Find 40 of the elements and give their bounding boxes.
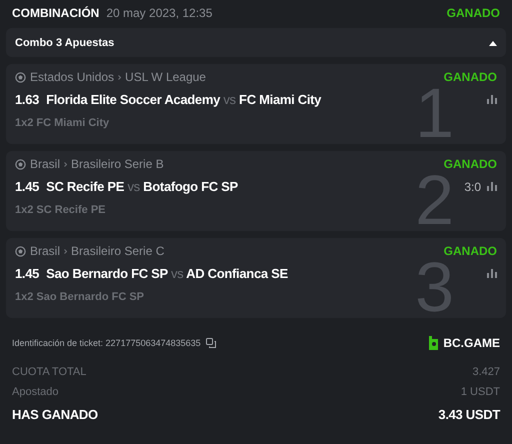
total-value: 1 USDT: [460, 386, 500, 398]
chevron-icon: [64, 162, 68, 166]
bar-chart-icon[interactable]: [487, 269, 497, 278]
logo-icon: [429, 336, 440, 350]
copy-icon[interactable]: [206, 338, 216, 348]
bet-date: 20 may 2023, 12:35: [106, 6, 212, 20]
country-name: Brasil: [30, 244, 60, 258]
odds-value: 1.45: [15, 266, 40, 281]
soccer-ball-icon: [15, 72, 26, 82]
market-label: 1x2 FC Miami City: [15, 117, 110, 129]
chevron-icon: [64, 248, 68, 254]
league-name: Brasileiro Serie C: [71, 244, 164, 258]
combo-bar[interactable]: Combo 3 Apuestas: [6, 28, 506, 57]
country-name: Estados Unidos: [30, 70, 114, 84]
match-score: 3:0: [464, 180, 481, 194]
market-label: 1x2 SC Recife PE: [15, 204, 106, 216]
total-label: Apostado: [12, 386, 58, 398]
chevron-icon: [118, 74, 122, 80]
bar-chart-icon[interactable]: [487, 95, 497, 104]
match-name: SC Recife PE vs Botafogo FC SP: [46, 179, 238, 194]
odds-value: 1.45: [15, 179, 40, 194]
brand-name: BC.GAME: [443, 336, 500, 350]
soccer-ball-icon: [15, 158, 26, 170]
market-label: 1x2 Sao Bernardo FC SP: [15, 291, 145, 303]
bet-type-title: COMBINACIÓN: [12, 6, 100, 20]
total-value: 3.427: [472, 366, 500, 378]
match-name: Sao Bernardo FC SP vs AD Confianca SE: [46, 266, 288, 281]
odds-value: 1.63: [15, 92, 40, 107]
league-name: Brasileiro Serie B: [71, 157, 164, 171]
total-label: CUOTA TOTAL: [12, 366, 86, 378]
league-name: USL W League: [125, 70, 206, 84]
total-value: 3.43 USDT: [438, 406, 500, 422]
country-name: Brasil: [30, 157, 60, 171]
bar-chart-icon[interactable]: [487, 182, 497, 191]
total-label: HAS GANADO: [12, 406, 98, 422]
ticket-id: Identificación de ticket: 2271775063474835635: [12, 338, 201, 348]
soccer-ball-icon: [15, 246, 26, 256]
combo-label: Combo 3 Apuestas: [15, 36, 114, 48]
match-name: Florida Elite Soccer Academy vs FC Miami City: [46, 92, 322, 107]
status-label: GANADO: [446, 6, 500, 20]
